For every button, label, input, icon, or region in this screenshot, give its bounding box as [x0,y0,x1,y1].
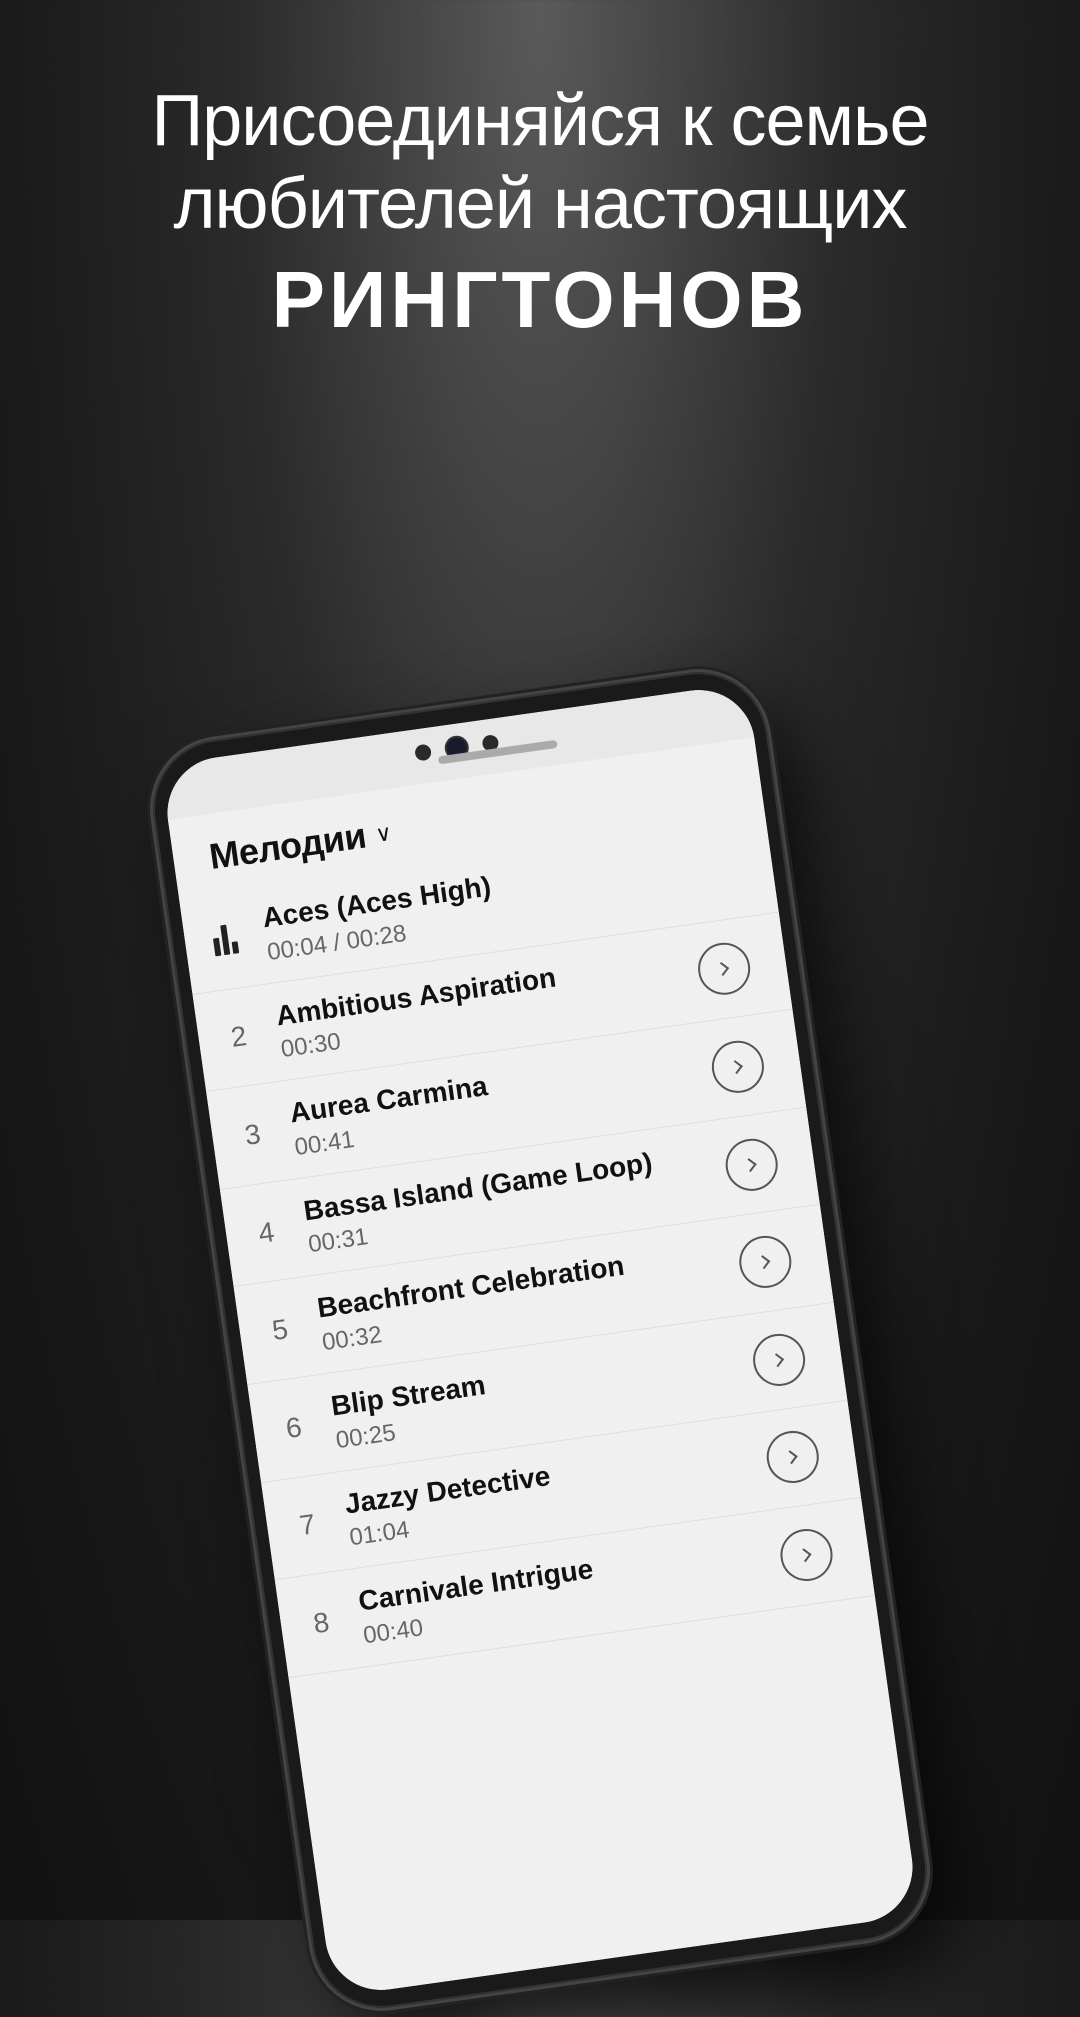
track-number: 4 [225,1211,309,1254]
play-button[interactable] [763,1428,822,1487]
play-button[interactable] [709,1037,768,1096]
equalizer-icon [211,923,239,956]
track-number: 7 [266,1504,350,1547]
play-button[interactable] [722,1135,781,1194]
chevron-down-icon[interactable]: ∨ [374,820,394,848]
phone-mockup: Мелодии ∨ Aces (Aces High)00:04 / 00:282… [144,663,936,2017]
camera-dot [414,744,432,762]
chevron-right-icon [770,1353,784,1367]
app-content: Мелодии ∨ Aces (Aces High)00:04 / 00:282… [168,737,920,1997]
chevron-right-icon [756,1255,770,1269]
chevron-right-icon [743,1158,757,1172]
promo-line-bold: РИНГТОНОВ [60,254,1020,346]
track-number: 3 [211,1114,295,1157]
promo-section: Присоединяйся к семье любителей настоящи… [0,80,1080,346]
play-button[interactable] [750,1330,809,1389]
play-button[interactable] [777,1526,836,1585]
chevron-right-icon [715,962,729,976]
track-number: 2 [197,1016,281,1059]
track-number: 6 [252,1406,336,1449]
camera-area [414,730,501,765]
track-list: Aces (Aces High)00:04 / 00:282Ambitious … [179,815,875,1678]
phone-screen: Мелодии ∨ Aces (Aces High)00:04 / 00:282… [160,683,919,1997]
chevron-right-icon [798,1548,812,1562]
play-button[interactable] [736,1233,795,1292]
track-number: 5 [238,1309,322,1352]
chevron-right-icon [784,1451,798,1465]
playing-indicator [184,919,267,960]
app-title: Мелодии [207,815,369,879]
phone-outer: Мелодии ∨ Aces (Aces High)00:04 / 00:282… [144,663,936,2017]
play-button[interactable] [695,940,754,999]
track-number: 8 [279,1602,363,1645]
chevron-right-icon [729,1060,743,1074]
promo-line1: Присоединяйся к семье любителей настоящи… [60,80,1020,246]
